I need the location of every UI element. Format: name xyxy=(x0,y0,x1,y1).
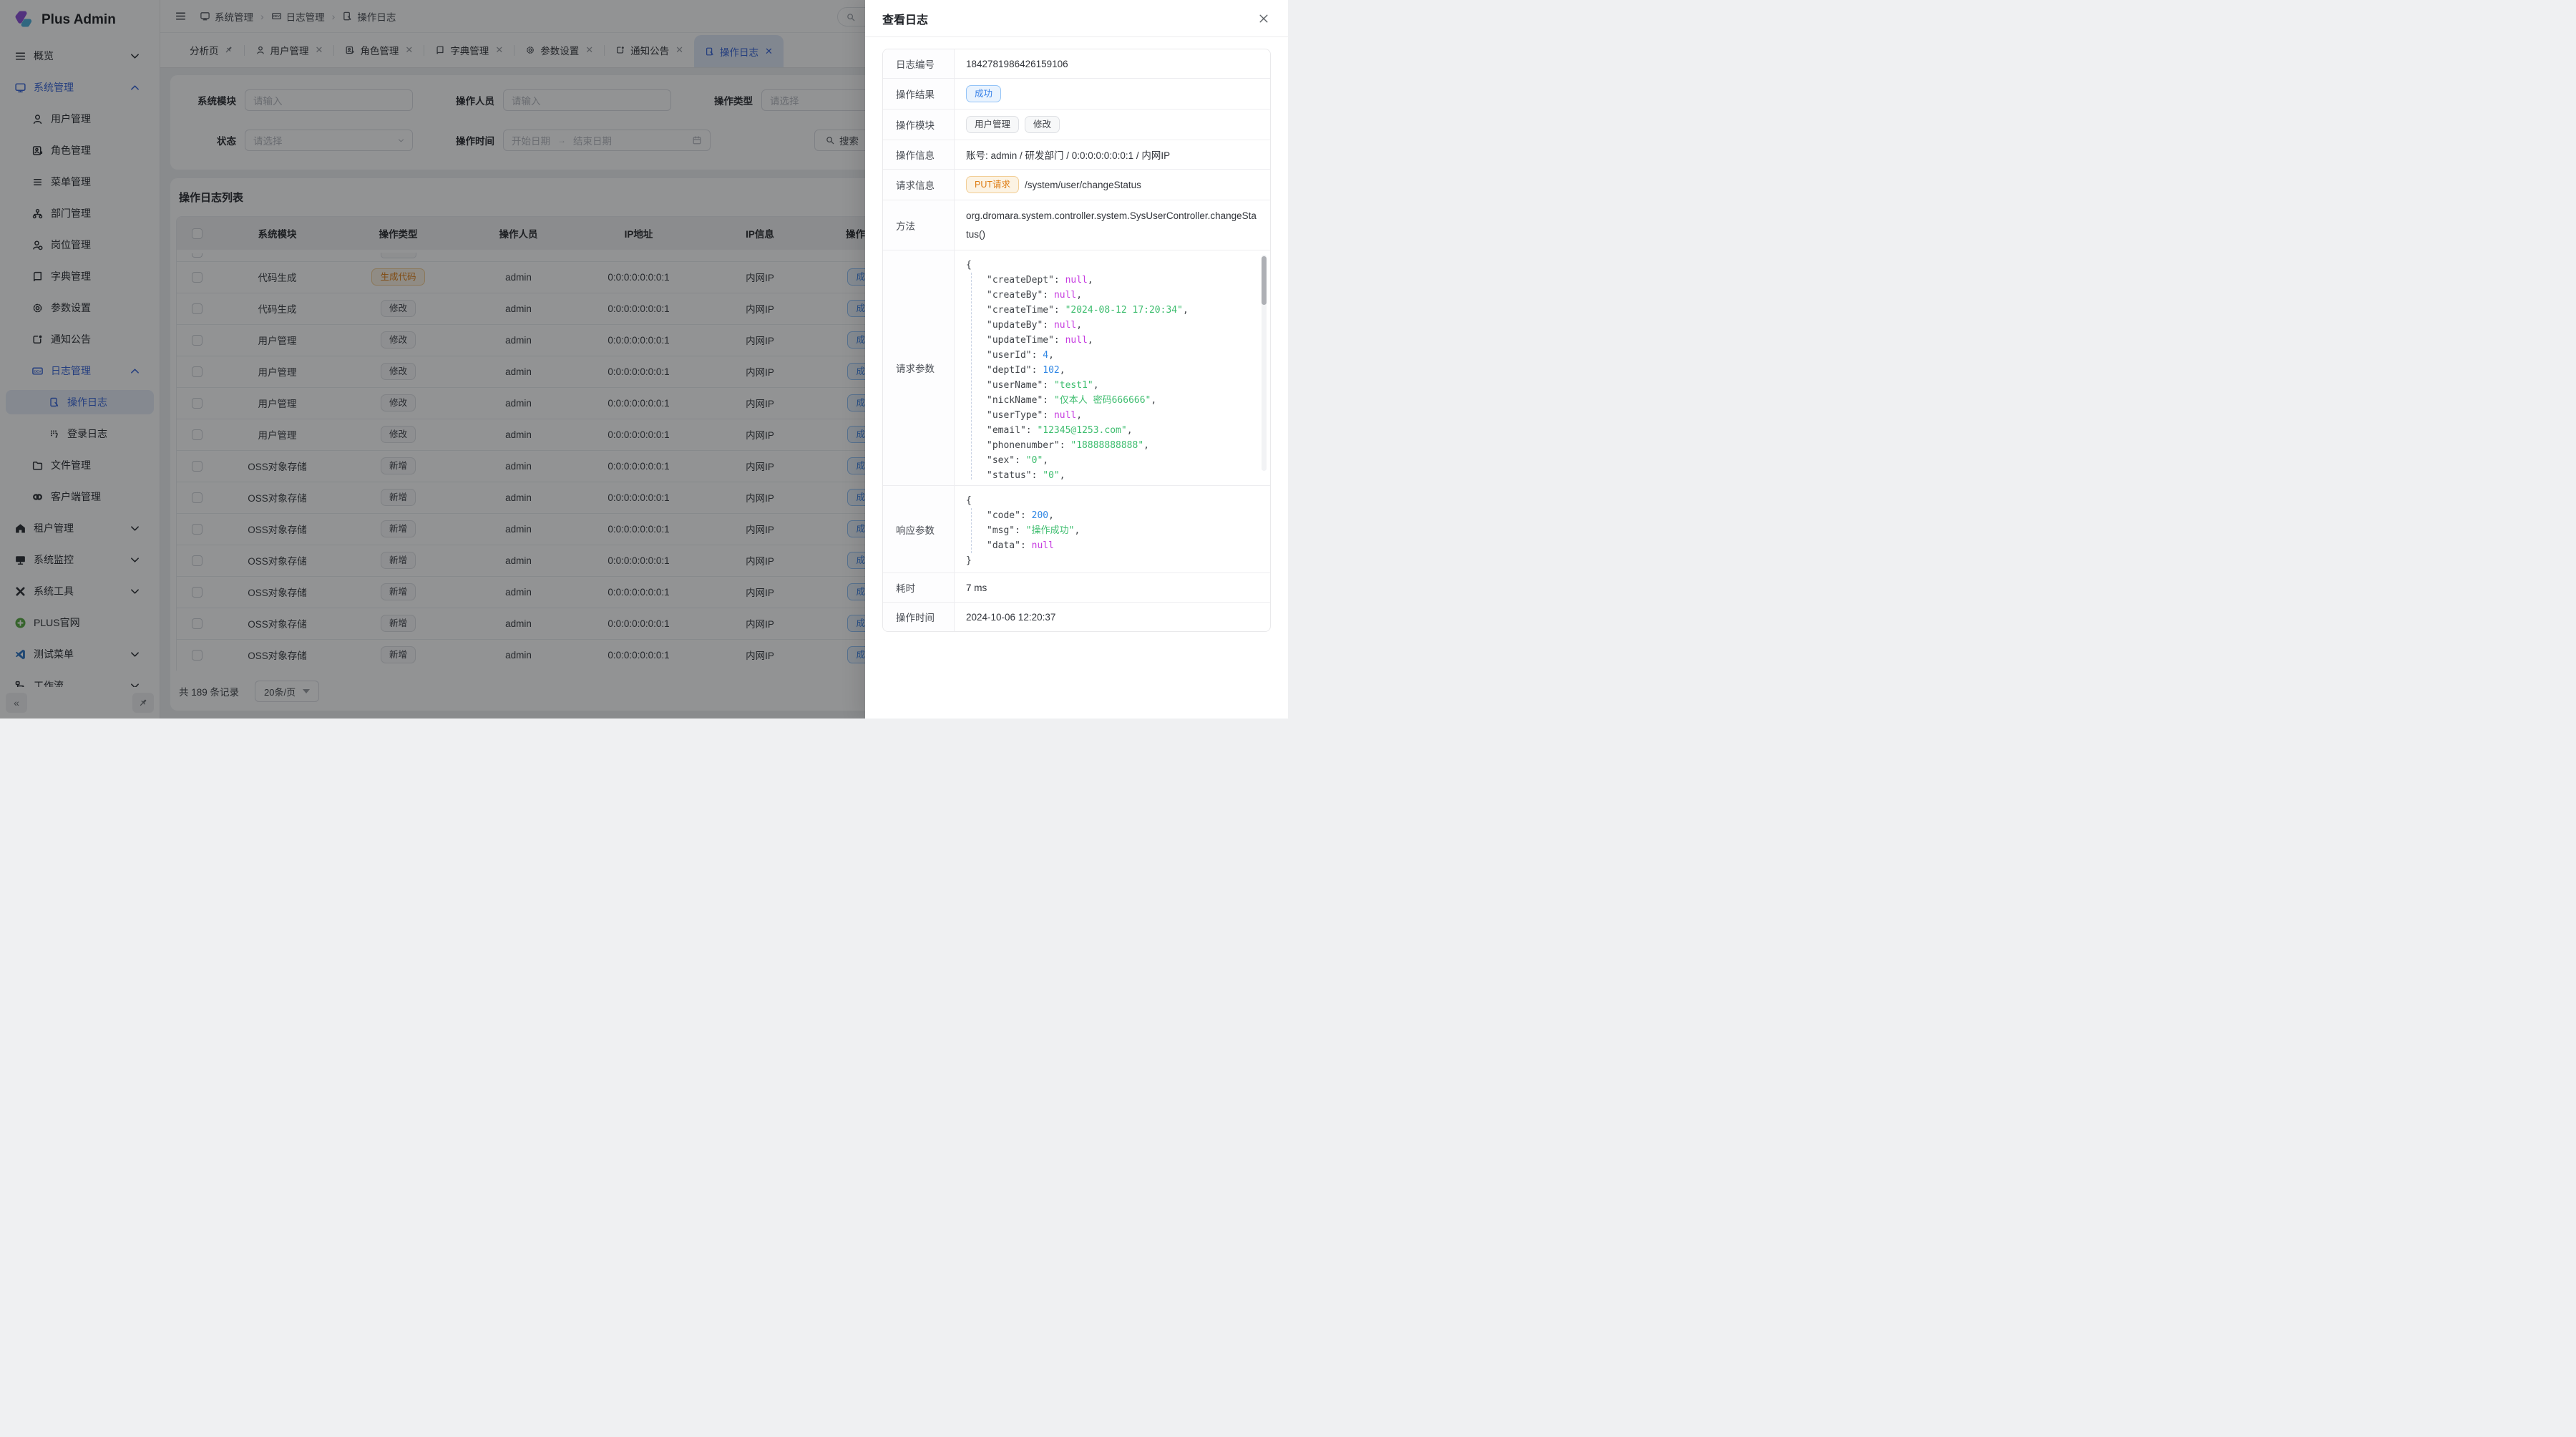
detail-label: 操作结果 xyxy=(883,79,955,109)
detail-label: 操作信息 xyxy=(883,140,955,169)
detail-row-result: 操作结果 成功 xyxy=(883,78,1270,109)
module-badge: 用户管理 xyxy=(966,116,1019,133)
detail-row-time: 操作时间 2024-10-06 12:20:37 xyxy=(883,602,1270,631)
status-badge: 成功 xyxy=(966,85,1001,102)
action-badge: 修改 xyxy=(1025,116,1060,133)
detail-label: 日志编号 xyxy=(883,49,955,78)
request-params-json: {"createDept": null,"createBy": null,"cr… xyxy=(955,250,1270,485)
detail-label: 响应参数 xyxy=(883,486,955,573)
detail-label: 耗时 xyxy=(883,573,955,602)
detail-row-module: 操作模块 用户管理 修改 xyxy=(883,109,1270,140)
scrollbar[interactable] xyxy=(1262,255,1267,471)
drawer-title: 查看日志 xyxy=(882,10,928,27)
detail-label: 操作时间 xyxy=(883,603,955,631)
operation-time-value: 2024-10-06 12:20:37 xyxy=(955,603,1270,631)
detail-row-info: 操作信息 账号: admin / 研发部门 / 0:0:0:0:0:0:0:1 … xyxy=(883,140,1270,169)
response-params-json: {"code": 200,"msg": "操作成功","data": null} xyxy=(955,486,1270,573)
detail-row-cost: 耗时 7 ms xyxy=(883,573,1270,602)
detail-row-request: 请求信息 PUT请求 /system/user/changeStatus xyxy=(883,169,1270,200)
detail-row-id: 日志编号 1842781986426159106 xyxy=(883,49,1270,78)
drawer-body: 日志编号 1842781986426159106 操作结果 成功 操作模块 用户… xyxy=(865,37,1288,643)
detail-label: 方法 xyxy=(883,200,955,250)
request-url: /system/user/changeStatus xyxy=(1025,180,1141,190)
detail-label: 操作模块 xyxy=(883,109,955,140)
detail-label: 请求参数 xyxy=(883,250,955,485)
http-method-badge: PUT请求 xyxy=(966,176,1019,193)
log-id-value: 1842781986426159106 xyxy=(955,49,1270,78)
close-icon[interactable] xyxy=(1258,13,1269,24)
cost-value: 7 ms xyxy=(955,573,1270,602)
log-detail-table: 日志编号 1842781986426159106 操作结果 成功 操作模块 用户… xyxy=(882,49,1271,632)
method-value: org.dromara.system.controller.system.Sys… xyxy=(955,200,1270,250)
detail-row-method: 方法 org.dromara.system.controller.system.… xyxy=(883,200,1270,250)
log-detail-drawer: 查看日志 日志编号 1842781986426159106 操作结果 成功 操作… xyxy=(865,0,1288,718)
operation-info-value: 账号: admin / 研发部门 / 0:0:0:0:0:0:0:1 / 内网I… xyxy=(955,140,1270,169)
detail-row-resp-params: 响应参数 {"code": 200,"msg": "操作成功","data": … xyxy=(883,485,1270,573)
drawer-header: 查看日志 xyxy=(865,0,1288,37)
detail-label: 请求信息 xyxy=(883,170,955,200)
detail-row-req-params: 请求参数 {"createDept": null,"createBy": nul… xyxy=(883,250,1270,485)
app-window: Plus Admin 概览系统管理用户管理角色管理菜单管理部门管理岗位管理字典管… xyxy=(0,0,1288,718)
